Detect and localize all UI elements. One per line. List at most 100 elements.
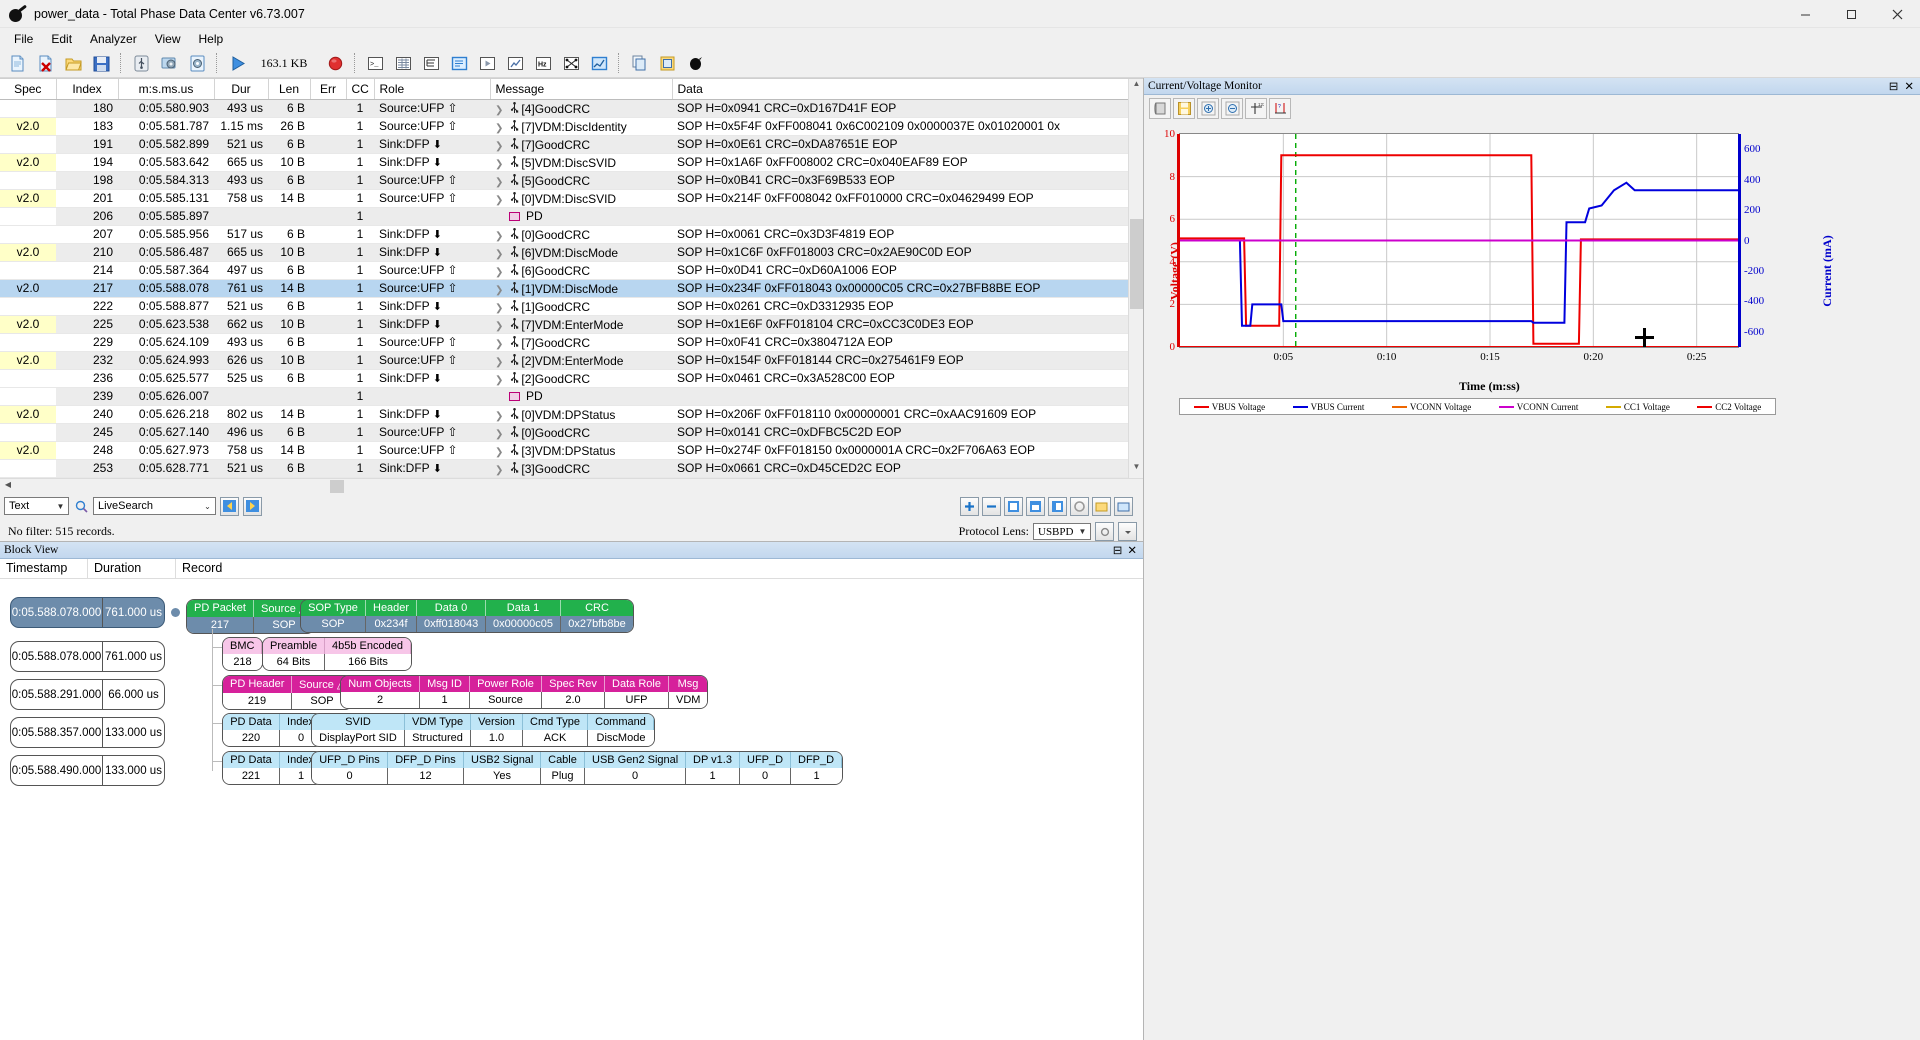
console-icon[interactable]: >_ bbox=[362, 51, 388, 76]
timestamp-duration-box[interactable]: 0:05.588.490.000133.000 us bbox=[10, 755, 165, 786]
usb-device-icon[interactable] bbox=[128, 51, 154, 76]
col-time[interactable]: m:s.ms.us bbox=[118, 79, 214, 99]
capture-settings-icon[interactable] bbox=[184, 51, 210, 76]
filter-3-icon[interactable] bbox=[1048, 497, 1067, 516]
block-view-row[interactable]: 0:05.588.357.000133.000 us bbox=[10, 717, 165, 748]
table-row[interactable]: 2390:05.626.0071PD bbox=[0, 387, 1130, 405]
minimize-button[interactable] bbox=[1782, 0, 1828, 28]
table-row[interactable]: v2.02250:05.623.538662 us10 B1Sink:DFP ⬇… bbox=[0, 315, 1130, 333]
device-settings-icon[interactable] bbox=[156, 51, 182, 76]
record-block[interactable]: Num ObjectsMsg IDPower RoleSpec RevData … bbox=[340, 675, 708, 709]
table-vertical-scrollbar[interactable]: ▲ ▼ bbox=[1128, 79, 1143, 478]
table-row[interactable]: 2140:05.587.364497 us6 B1Source:UFP ⇧❯[6… bbox=[0, 261, 1130, 279]
frequency-icon[interactable]: Hz bbox=[530, 51, 556, 76]
marker-icon[interactable] bbox=[682, 51, 708, 76]
table-row[interactable]: v2.02400:05.626.218802 us14 B1Sink:DFP ⬇… bbox=[0, 405, 1130, 423]
col-len[interactable]: Len bbox=[268, 79, 310, 99]
table-row[interactable]: 2070:05.585.956517 us6 B1Sink:DFP ⬇❯[0]G… bbox=[0, 225, 1130, 243]
table-row[interactable]: 2360:05.625.577525 us6 B1Sink:DFP ⬇❯[2]G… bbox=[0, 369, 1130, 387]
table-row[interactable]: 1980:05.584.313493 us6 B1Source:UFP ⇧❯[5… bbox=[0, 171, 1130, 189]
block-view-row[interactable]: 0:05.588.291.00066.000 us bbox=[10, 679, 165, 710]
table-row[interactable]: 2530:05.628.771521 us6 B1Sink:DFP ⬇❯[3]G… bbox=[0, 459, 1130, 477]
table-row[interactable]: 1800:05.580.903493 us6 B1Source:UFP ⇧❯[4… bbox=[0, 99, 1130, 117]
search-input[interactable]: LiveSearch ⌄ bbox=[93, 497, 216, 515]
col-role[interactable]: Role bbox=[374, 79, 490, 99]
open-folder-icon[interactable] bbox=[60, 51, 86, 76]
new-file-icon[interactable] bbox=[4, 51, 30, 76]
lens-config-icon[interactable] bbox=[1092, 497, 1111, 516]
clear-filter-icon[interactable] bbox=[1070, 497, 1089, 516]
block-view-row[interactable]: 0:05.588.490.000133.000 us bbox=[10, 755, 165, 786]
menu-view[interactable]: View bbox=[146, 30, 190, 48]
menu-analyzer[interactable]: Analyzer bbox=[81, 30, 146, 48]
scroll-icon[interactable] bbox=[1149, 98, 1171, 119]
zoom-out-icon[interactable] bbox=[1221, 98, 1243, 119]
playback-icon[interactable] bbox=[474, 51, 500, 76]
tree-view-icon[interactable] bbox=[418, 51, 444, 76]
timestamp-duration-box[interactable]: 0:05.588.078.000761.000 us bbox=[10, 597, 165, 628]
record-block[interactable]: PD HeaderSource △219SOP bbox=[222, 675, 353, 710]
col-index[interactable]: Index bbox=[56, 79, 118, 99]
hscroll-left-arrow[interactable]: ◀ bbox=[2, 480, 14, 489]
table-row[interactable]: 2060:05.585.8971PD bbox=[0, 207, 1130, 225]
table-row[interactable]: v2.01940:05.583.642665 us10 B1Sink:DFP ⬇… bbox=[0, 153, 1130, 171]
filter-1-icon[interactable] bbox=[1004, 497, 1023, 516]
record-block[interactable]: BMC218 bbox=[222, 637, 263, 671]
timestamp-duration-box[interactable]: 0:05.588.078.000761.000 us bbox=[10, 641, 165, 672]
record-block[interactable]: Preamble4b5b Encoded64 Bits166 Bits bbox=[262, 637, 412, 671]
export-icon[interactable] bbox=[654, 51, 680, 76]
crosshair-icon[interactable]: 123 bbox=[1245, 98, 1267, 119]
run-icon[interactable] bbox=[224, 51, 250, 76]
hscroll-thumb[interactable] bbox=[330, 480, 344, 493]
scroll-up-arrow[interactable]: ▲ bbox=[1129, 79, 1144, 95]
pin-icon[interactable]: ⊟ bbox=[1889, 79, 1899, 93]
record-block[interactable]: SOP TypeHeaderData 0Data 1CRCSOP0x234f0x… bbox=[300, 599, 634, 633]
detail-view-icon[interactable] bbox=[446, 51, 472, 76]
close-file-icon[interactable] bbox=[32, 51, 58, 76]
table-row[interactable]: v2.02010:05.585.131758 us14 B1Source:UFP… bbox=[0, 189, 1130, 207]
network-icon[interactable] bbox=[558, 51, 584, 76]
lens-dropdown-icon[interactable] bbox=[1118, 522, 1137, 541]
record-block[interactable]: PD DataIndex2211 bbox=[222, 751, 323, 785]
block-view-row[interactable]: 0:05.588.078.000761.000 us bbox=[10, 641, 165, 672]
col-err[interactable]: Err bbox=[310, 79, 346, 99]
record-block[interactable]: UFP_D PinsDFP_D PinsUSB2 SignalCableUSB … bbox=[311, 751, 843, 785]
zoom-in-icon[interactable] bbox=[1197, 98, 1219, 119]
add-filter-icon[interactable] bbox=[960, 497, 979, 516]
record-block[interactable]: PD DataIndex2200 bbox=[222, 713, 323, 747]
pin-icon[interactable]: ⊟ bbox=[1113, 543, 1123, 557]
search-type-select[interactable]: Text ▼ bbox=[4, 497, 69, 515]
block-view-row[interactable]: 0:05.588.078.000761.000 us bbox=[10, 597, 186, 628]
col-data[interactable]: Data bbox=[672, 79, 1130, 99]
close-icon[interactable]: ✕ bbox=[1127, 543, 1137, 557]
prev-arrow-icon[interactable] bbox=[220, 497, 239, 516]
table-row[interactable]: 1910:05.582.899521 us6 B1Sink:DFP ⬇❯[7]G… bbox=[0, 135, 1130, 153]
col-spec[interactable]: Spec bbox=[0, 79, 56, 99]
menu-edit[interactable]: Edit bbox=[42, 30, 81, 48]
table-row[interactable]: v2.02480:05.627.973758 us14 B1Source:UFP… bbox=[0, 441, 1130, 459]
col-cc[interactable]: CC bbox=[346, 79, 374, 99]
grid-view-icon[interactable] bbox=[390, 51, 416, 76]
magnifier-icon[interactable] bbox=[73, 500, 89, 513]
remove-filter-icon[interactable] bbox=[982, 497, 1001, 516]
col-dur[interactable]: Dur bbox=[214, 79, 268, 99]
scroll-thumb[interactable] bbox=[1130, 219, 1143, 309]
analysis-icon[interactable] bbox=[502, 51, 528, 76]
protocol-lens-select[interactable]: USBPD ▼ bbox=[1033, 523, 1091, 540]
measure-icon[interactable]: ? bbox=[1269, 98, 1291, 119]
chart-plot[interactable]: 0246810-600-400-20002004006000:050:100:1… bbox=[1179, 133, 1739, 348]
table-row[interactable]: v2.01830:05.581.7871.15 ms26 B1Source:UF… bbox=[0, 117, 1130, 135]
save-icon[interactable] bbox=[88, 51, 114, 76]
record-block[interactable]: SVIDVDM TypeVersionCmd TypeCommandDispla… bbox=[311, 713, 655, 747]
graph-icon[interactable] bbox=[586, 51, 612, 76]
col-message[interactable]: Message bbox=[490, 79, 672, 99]
save-icon[interactable] bbox=[1173, 98, 1195, 119]
record-block[interactable]: PD PacketSource △217SOP bbox=[186, 599, 315, 634]
table-row[interactable]: 2450:05.627.140496 us6 B1Source:UFP ⇧❯[0… bbox=[0, 423, 1130, 441]
copy-icon[interactable] bbox=[626, 51, 652, 76]
maximize-button[interactable] bbox=[1828, 0, 1874, 28]
table-row[interactable]: v2.02100:05.586.487665 us10 B1Sink:DFP ⬇… bbox=[0, 243, 1130, 261]
table-row[interactable]: 2290:05.624.109493 us6 B1Source:UFP ⇧❯[7… bbox=[0, 333, 1130, 351]
menu-help[interactable]: Help bbox=[190, 30, 233, 48]
table-row[interactable]: v2.02320:05.624.993626 us10 B1Source:UFP… bbox=[0, 351, 1130, 369]
